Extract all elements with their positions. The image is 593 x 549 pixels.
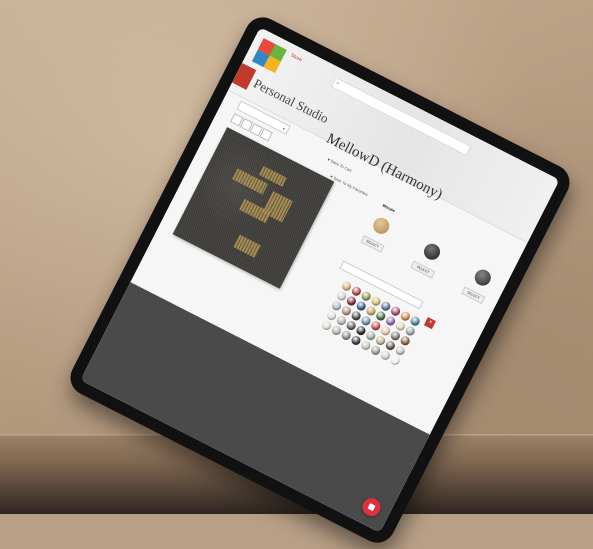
- color-chip[interactable]: [329, 324, 342, 337]
- header-links: [523, 217, 530, 221]
- color-chip[interactable]: [369, 344, 382, 357]
- color-chip[interactable]: [403, 324, 416, 337]
- swatch-option[interactable]: SELECT: [358, 213, 397, 254]
- color-chip[interactable]: [369, 294, 382, 308]
- pattern-patch: [233, 234, 262, 259]
- chat-icon: [367, 503, 376, 512]
- color-palette: [316, 278, 425, 368]
- brand-logo[interactable]: [251, 38, 287, 74]
- color-chip[interactable]: [354, 299, 367, 312]
- color-chip[interactable]: [344, 319, 357, 332]
- color-chip[interactable]: [359, 339, 372, 352]
- select-button[interactable]: SELECT: [410, 260, 436, 279]
- color-chip[interactable]: [398, 334, 411, 347]
- color-chip[interactable]: [369, 319, 382, 332]
- chevron-down-icon: ▾: [281, 125, 287, 131]
- color-chip[interactable]: [388, 354, 401, 367]
- footer-link[interactable]: [136, 302, 140, 304]
- save-to-favorites-link[interactable]: ♥ Save To My Favorites: [329, 174, 369, 197]
- color-chip[interactable]: [339, 304, 352, 317]
- footer-link[interactable]: [231, 393, 235, 395]
- color-chip[interactable]: [335, 289, 348, 302]
- color-chip[interactable]: [354, 324, 367, 337]
- color-chip[interactable]: [349, 334, 362, 347]
- swatch-dot: [370, 215, 393, 237]
- color-chip[interactable]: [398, 309, 411, 323]
- color-chip[interactable]: [379, 299, 392, 313]
- tab-mosaic[interactable]: Mosaic: [382, 203, 396, 214]
- footer-link[interactable]: [136, 302, 140, 304]
- swatch-dot: [471, 266, 494, 289]
- chat-button[interactable]: [359, 495, 384, 520]
- color-chip[interactable]: [344, 294, 357, 307]
- color-chip[interactable]: [388, 329, 401, 342]
- color-chip[interactable]: [320, 319, 333, 332]
- color-chip[interactable]: [374, 334, 387, 347]
- footer-column: [136, 299, 142, 304]
- footer-link[interactable]: [136, 302, 140, 304]
- color-chip[interactable]: [330, 299, 343, 312]
- search-icon: ⌕: [334, 80, 341, 88]
- color-chip[interactable]: [359, 289, 372, 303]
- footer-column: [231, 390, 237, 395]
- footer-link[interactable]: [136, 302, 140, 304]
- swatch-option[interactable]: SELECT: [459, 264, 498, 305]
- color-chip[interactable]: [340, 279, 353, 293]
- close-button[interactable]: ×: [423, 317, 436, 330]
- footer-link[interactable]: [136, 302, 140, 304]
- color-chip[interactable]: [393, 319, 406, 332]
- color-chip[interactable]: [359, 314, 372, 327]
- color-chip[interactable]: [364, 304, 377, 317]
- select-button[interactable]: SELECT: [461, 286, 486, 305]
- top-link[interactable]: Store: [289, 53, 302, 64]
- footer-heading: [232, 390, 237, 393]
- color-chip[interactable]: [349, 284, 362, 298]
- color-chip[interactable]: [334, 314, 347, 327]
- color-chip[interactable]: [384, 314, 397, 327]
- tab[interactable]: [430, 227, 432, 231]
- color-chip[interactable]: [378, 349, 392, 362]
- color-chip[interactable]: [383, 339, 396, 352]
- footer-link[interactable]: [231, 393, 235, 395]
- footer-link[interactable]: [231, 393, 235, 395]
- color-chip[interactable]: [389, 304, 402, 318]
- tab[interactable]: [412, 218, 414, 222]
- color-chip[interactable]: [393, 344, 406, 357]
- carpet-preview[interactable]: [172, 127, 335, 289]
- color-chip[interactable]: [339, 329, 352, 342]
- color-chip[interactable]: [325, 309, 338, 322]
- color-chip[interactable]: [408, 314, 421, 328]
- footer-heading: [137, 299, 142, 302]
- select-button[interactable]: SELECT: [360, 234, 385, 253]
- color-chip[interactable]: [379, 324, 392, 337]
- swatch-option[interactable]: SELECT: [409, 238, 448, 279]
- swatch-dot: [421, 241, 443, 263]
- color-chip[interactable]: [374, 309, 387, 322]
- color-chip[interactable]: [349, 309, 362, 322]
- color-chip[interactable]: [364, 329, 377, 342]
- footer-link[interactable]: [231, 393, 235, 395]
